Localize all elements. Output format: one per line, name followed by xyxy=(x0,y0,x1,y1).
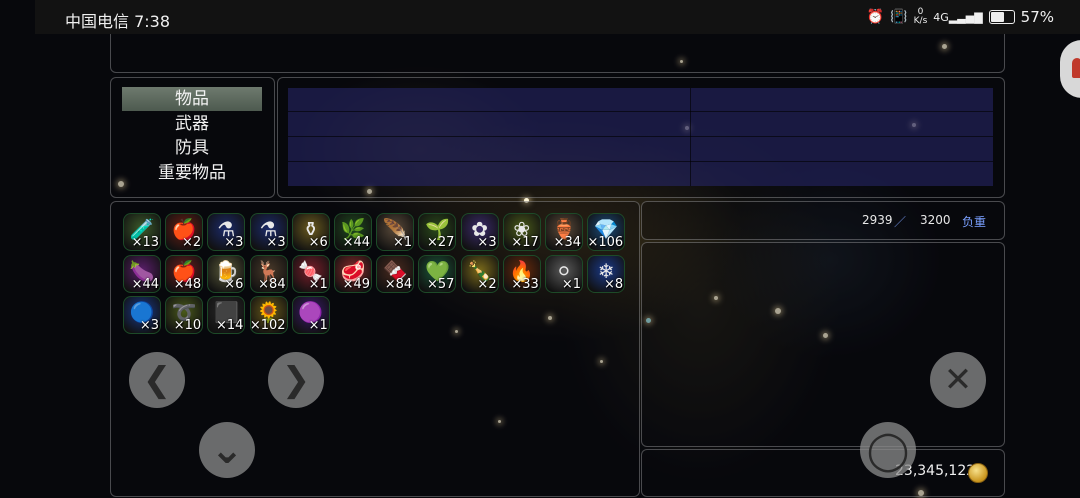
item-count: ×48 xyxy=(173,276,202,292)
item-count: ×57 xyxy=(426,276,455,292)
inventory-slot[interactable]: 🥩 ×49 xyxy=(334,254,372,293)
rocket-icon xyxy=(1072,58,1080,78)
vibrate-icon: 📳 xyxy=(890,9,908,25)
menu-item-items[interactable]: 物品 xyxy=(122,87,262,111)
item-count: ×1 xyxy=(308,318,328,333)
item-count: ×1 xyxy=(561,276,581,292)
inventory-slot[interactable]: 💚 ×57 xyxy=(418,254,457,293)
top-panel xyxy=(110,34,1005,73)
menu-item-key-items[interactable]: 重要物品 xyxy=(122,161,262,185)
chevron-down-icon: ⌄ xyxy=(210,427,244,473)
carrier-time: 中国电信 7:38 xyxy=(65,12,171,31)
item-count: ×44 xyxy=(131,276,159,292)
scroll-down-button[interactable]: ⌄ xyxy=(199,422,255,478)
item-count: ×1 xyxy=(393,235,413,250)
inventory-slot[interactable]: 🦌 ×84 xyxy=(249,254,288,293)
item-count: ×34 xyxy=(553,235,581,250)
menu-item-armor[interactable]: 防具 xyxy=(122,136,262,160)
inventory-slot[interactable]: ✿ ×3 xyxy=(460,213,499,251)
item-count: ×1 xyxy=(308,276,328,292)
item-count: ×6 xyxy=(224,276,244,292)
item-count: ×17 xyxy=(511,235,539,250)
item-count: ×8 xyxy=(604,276,624,292)
item-count: ×10 xyxy=(173,318,202,333)
item-count: ×49 xyxy=(342,276,370,292)
item-count: ×84 xyxy=(258,276,286,292)
item-count: ×2 xyxy=(477,276,497,292)
item-count: ×6 xyxy=(308,235,328,250)
inventory-slot[interactable]: 🌱 ×27 xyxy=(418,213,457,251)
item-count: ×27 xyxy=(426,235,455,250)
item-count: ×33 xyxy=(511,276,539,292)
item-detail-panel xyxy=(641,242,1005,447)
inventory-slot[interactable]: 🔵 ×3 xyxy=(123,296,161,334)
item-count: ×102 xyxy=(249,318,286,333)
inventory-slot[interactable]: ⚱ ×6 xyxy=(291,213,330,251)
close-button[interactable]: ✕ xyxy=(930,352,986,408)
item-count: ×3 xyxy=(266,235,286,250)
alarm-icon: ⏰ xyxy=(866,9,885,25)
item-count: ×13 xyxy=(131,235,159,250)
inventory-slot[interactable]: ❀ ×17 xyxy=(502,213,541,251)
inventory-slot[interactable]: 🧪 ×13 xyxy=(123,213,161,251)
item-count: ×106 xyxy=(587,235,624,250)
inventory-slot[interactable]: ⬛ ×14 xyxy=(207,296,246,334)
net-speed: 0 K/s xyxy=(914,8,928,26)
weight-current: 2939 xyxy=(862,213,893,227)
inventory-slot[interactable]: ⚪ ×1 xyxy=(545,254,583,293)
item-count: ×2 xyxy=(182,235,202,250)
inventory-slot[interactable]: 🟣 ×1 xyxy=(291,296,330,334)
inventory-slot[interactable]: ❄ ×8 xyxy=(587,254,626,293)
weight-label: 负重 xyxy=(962,215,987,229)
inventory-slot[interactable]: 🍺 ×6 xyxy=(207,254,246,293)
circle-icon: ◯ xyxy=(866,428,910,472)
page-left-button[interactable]: ❮ xyxy=(129,352,185,408)
inventory-slot[interactable]: ⚗ ×3 xyxy=(249,213,288,251)
inventory-slot[interactable]: 💎 ×106 xyxy=(587,213,626,251)
signal-icon: 4G▂▃▅▇ xyxy=(933,10,983,24)
inventory-slot[interactable]: 🍬 ×1 xyxy=(291,254,330,293)
network-type: 4G xyxy=(933,10,949,24)
inventory-slot[interactable]: 🪶 ×1 xyxy=(376,213,415,251)
item-count: ×84 xyxy=(384,276,413,292)
inventory-slot[interactable]: 🏺 ×34 xyxy=(545,213,583,251)
gold-coin-icon xyxy=(968,463,988,483)
inventory-slot[interactable]: ➰ ×10 xyxy=(165,296,204,334)
confirm-button[interactable]: ◯ xyxy=(860,422,916,478)
inventory-slot[interactable]: 🍆 ×44 xyxy=(123,254,161,293)
inventory-slot[interactable]: 🔥 ×33 xyxy=(502,254,541,293)
chevron-left-icon: ❮ xyxy=(142,360,172,400)
inventory-slot[interactable]: 🌿 ×44 xyxy=(334,213,372,251)
close-icon: ✕ xyxy=(943,360,973,400)
inventory-slot[interactable]: 🍫 ×84 xyxy=(376,254,415,293)
chevron-right-icon: ❯ xyxy=(281,360,311,400)
inventory-slot[interactable]: 🍎 ×2 xyxy=(165,213,204,251)
inventory-slot[interactable]: ⚗ ×3 xyxy=(207,213,246,251)
weight-separator: ／ xyxy=(894,215,907,229)
inventory-slot[interactable]: 🌻 ×102 xyxy=(249,296,288,334)
battery-icon xyxy=(988,10,1015,24)
menu-item-weapons[interactable]: 武器 xyxy=(122,112,262,136)
weight-max: 3200 xyxy=(920,213,951,227)
item-count: ×3 xyxy=(224,235,244,250)
net-speed-unit: K/s xyxy=(913,16,928,26)
item-count: ×44 xyxy=(342,235,370,250)
inventory-slot[interactable]: 🍎 ×48 xyxy=(165,254,204,293)
inventory-slot[interactable]: 🍾 ×2 xyxy=(460,254,499,293)
description-area xyxy=(288,88,993,186)
status-bar: 中国电信 7:38 ⏰ 📳 0 K/s 4G▂▃▅▇ 57% xyxy=(35,0,1080,34)
item-count: ×14 xyxy=(215,318,244,333)
battery-percent: 57% xyxy=(1020,8,1054,26)
item-count: ×3 xyxy=(477,235,497,250)
item-count: ×3 xyxy=(139,318,159,333)
page-right-button[interactable]: ❯ xyxy=(268,352,324,408)
